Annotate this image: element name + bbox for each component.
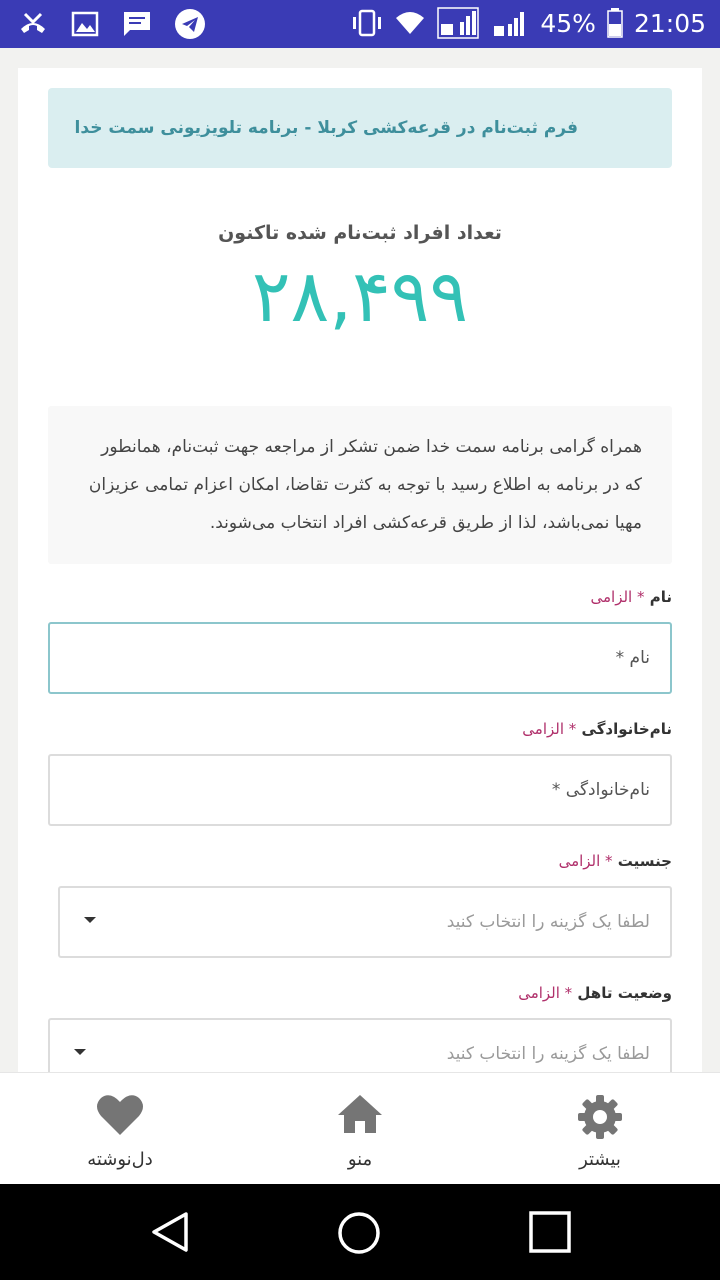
chevron-down-icon: [84, 917, 96, 923]
home-icon: [338, 1095, 382, 1133]
registered-count-label: تعداد افراد ثبت‌نام شده تاکنون: [218, 222, 502, 244]
last-name-field[interactable]: نام‌خانوادگی *: [48, 754, 672, 826]
home-button-icon[interactable]: [336, 1210, 382, 1256]
battery-percent: 45%: [540, 8, 596, 38]
notification-icons: [18, 8, 206, 40]
gender-label-text: جنسیت: [617, 852, 672, 870]
first-name-label-text: نام: [649, 588, 672, 606]
clock: 21:05: [633, 8, 706, 38]
system-indicators: 45% 21:05: [350, 6, 706, 40]
marital-status-select[interactable]: لطفا یک گزینه را انتخاب کنید: [48, 1018, 672, 1078]
image-icon: [70, 9, 100, 39]
vibrate-icon: [350, 8, 384, 38]
first-name-label: نام * الزامی: [591, 588, 673, 606]
status-bar: 45% 21:05: [0, 0, 720, 48]
marital-status-label: وضعیت تاهل * الزامی: [518, 984, 672, 1002]
registration-card: فرم ثبت‌نام در قرعه‌کشی کربلا - برنامه ت…: [18, 68, 702, 1078]
nav-menu[interactable]: منو: [290, 1073, 430, 1185]
nav-menu-label: منو: [347, 1149, 373, 1170]
form-title-banner: فرم ثبت‌نام در قرعه‌کشی کربلا - برنامه ت…: [48, 88, 672, 168]
marital-status-select-placeholder: لطفا یک گزینه را انتخاب کنید: [446, 1044, 650, 1064]
registered-count-value: ۲۸,۴۹۹: [251, 254, 469, 338]
last-name-label-text: نام‌خانوادگی: [581, 720, 672, 738]
nav-more[interactable]: بیشتر: [530, 1073, 670, 1185]
required-marker: * الزامی: [522, 720, 577, 738]
form-title: فرم ثبت‌نام در قرعه‌کشی کربلا - برنامه ت…: [74, 118, 578, 138]
notice-box: همراه گرامی برنامه سمت خدا ضمن تشکر از م…: [48, 406, 672, 564]
last-name-label: نام‌خانوادگی * الزامی: [522, 720, 672, 738]
wifi-icon: [394, 9, 426, 37]
signal-icon: [490, 8, 530, 38]
nav-favorites-label: دل‌نوشته: [87, 1149, 153, 1170]
gender-select[interactable]: لطفا یک گزینه را انتخاب کنید: [58, 886, 672, 958]
telegram-icon: [174, 8, 206, 40]
marital-status-label-text: وضعیت تاهل: [577, 984, 672, 1002]
message-icon: [122, 9, 152, 39]
required-marker: * الزامی: [518, 984, 573, 1002]
first-name-field[interactable]: نام *: [48, 622, 672, 694]
missed-call-icon: [18, 9, 48, 39]
recent-apps-icon[interactable]: [528, 1210, 572, 1254]
battery-icon: [606, 7, 624, 39]
heart-icon: [97, 1095, 143, 1135]
system-navigation-bar: [0, 1184, 720, 1280]
nav-favorites[interactable]: دل‌نوشته: [50, 1073, 190, 1185]
back-icon[interactable]: [148, 1210, 192, 1254]
chevron-down-icon: [74, 1049, 86, 1055]
required-marker: * الزامی: [558, 852, 613, 870]
signal-icon: [436, 6, 480, 40]
required-marker: * الزامی: [590, 588, 645, 606]
gender-select-placeholder: لطفا یک گزینه را انتخاب کنید: [446, 912, 650, 932]
gear-icon: [578, 1095, 622, 1139]
nav-more-label: بیشتر: [579, 1149, 621, 1170]
gender-label: جنسیت * الزامی: [559, 852, 672, 870]
bottom-navigation: دل‌نوشته منو بیشتر: [0, 1072, 720, 1184]
